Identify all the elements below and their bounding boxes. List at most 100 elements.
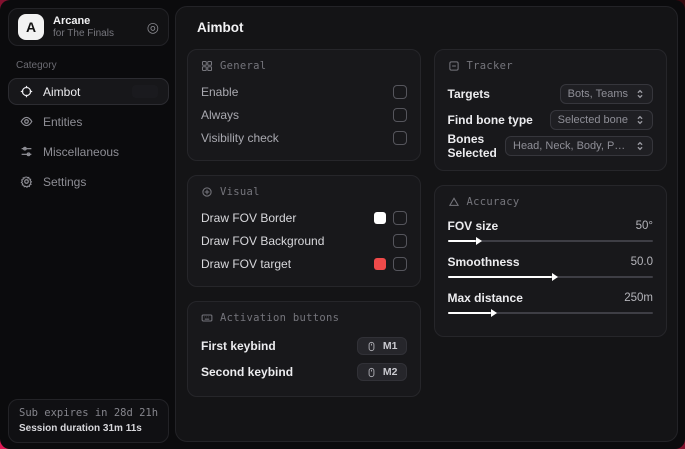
row-label: Smoothness: [447, 254, 520, 269]
tracker-card: Tracker Targets Bots, Teams Find bone ty…: [433, 49, 667, 171]
find-bone-type-dropdown[interactable]: Selected bone: [549, 110, 653, 130]
row-label: Find bone type: [447, 113, 533, 127]
draw-fov-target-checkbox[interactable]: [392, 257, 407, 271]
sidebar: A Arcane for The Finals ◎ Category Aimbo…: [0, 0, 175, 449]
activation-header: Activation buttons: [201, 312, 407, 324]
draw-fov-background-row: Draw FOV Background: [201, 230, 407, 252]
draw-fov-background-checkbox[interactable]: [392, 234, 407, 248]
general-title: General: [220, 60, 267, 72]
draw-fov-border-row: Draw FOV Border: [201, 207, 407, 229]
dropdown-value: Selected bone: [557, 114, 628, 126]
draw-fov-border-checkbox[interactable]: [392, 211, 407, 225]
triangle-icon: [448, 197, 459, 206]
dropdown-value: Head, Neck, Body, Pe...: [513, 140, 628, 152]
sidebar-item-label: Miscellaneous: [43, 144, 120, 159]
aimbot-keybind-hint: [132, 85, 158, 98]
sidebar-item-label: Entities: [43, 114, 83, 129]
activation-card: Activation buttons First keybind M1 Seco…: [187, 301, 421, 397]
row-label: Visibility check: [201, 131, 279, 145]
sliders-icon: [19, 145, 33, 159]
row-label: Enable: [201, 85, 239, 99]
circle-plus-icon: [202, 187, 212, 197]
row-label: FOV size: [447, 218, 499, 233]
second-keybind-row: Second keybind M2: [201, 359, 407, 385]
tracker-title: Tracker: [466, 60, 513, 72]
chevron-up-down-icon: [637, 89, 643, 99]
bones-selected-dropdown[interactable]: Head, Neck, Body, Pe...: [505, 136, 653, 156]
app-logo: A: [18, 14, 44, 40]
row-label: Max distance: [447, 290, 523, 305]
row-label: First keybind: [201, 339, 276, 353]
targets-dropdown[interactable]: Bots, Teams: [559, 84, 653, 104]
chevron-up-down-icon: [637, 141, 643, 151]
grid-icon: [201, 60, 213, 72]
accuracy-card: Accuracy FOV size 50° Smoothness 50.0 Ma…: [433, 185, 667, 337]
fov-size-value: 50°: [635, 219, 653, 232]
visual-card: Visual Draw FOV Border Draw FOV Backgrou…: [187, 175, 421, 287]
row-label: Second keybind: [201, 365, 294, 379]
keyboard-icon: [201, 314, 213, 322]
max-distance-row: Max distance 250m: [448, 289, 654, 306]
color-swatch[interactable]: [373, 212, 386, 224]
box-minus-icon: [448, 61, 459, 71]
first-keybind-button[interactable]: M1: [356, 337, 407, 355]
sidebar-item-aimbot[interactable]: Aimbot: [8, 78, 169, 105]
row-label: Targets: [447, 87, 490, 101]
fov-size-slider[interactable]: [447, 236, 653, 246]
row-label: Draw FOV Border: [201, 211, 297, 225]
chevron-up-down-icon: [637, 115, 643, 125]
session-duration-text: Session duration 31m 11s: [19, 423, 142, 434]
sidebar-item-settings[interactable]: Settings: [8, 168, 169, 195]
brand-card: A Arcane for The Finals ◎: [8, 8, 169, 46]
always-row: Always: [201, 104, 407, 126]
max-distance-slider[interactable]: [447, 308, 653, 318]
general-header: General: [201, 60, 407, 72]
activation-title: Activation buttons: [220, 312, 340, 324]
target-icon[interactable]: ◎: [147, 20, 159, 34]
row-label: Bones Selected: [447, 132, 497, 160]
left-column: General Enable Always Visibility check V…: [187, 49, 421, 397]
row-label: Draw FOV target: [201, 257, 292, 271]
row-label: Always: [201, 108, 240, 122]
enable-row: Enable: [201, 81, 407, 103]
fov-size-row: FOV size 50°: [448, 217, 654, 234]
subscription-card: Sub expires in 28d 21h Session duration …: [8, 399, 169, 443]
color-swatch[interactable]: [373, 258, 386, 270]
sub-expiry-text: Sub expires in 28d 21h: [19, 407, 159, 419]
general-card: General Enable Always Visibility check: [187, 49, 421, 161]
right-column: Tracker Targets Bots, Teams Find bone ty…: [433, 49, 667, 337]
smoothness-slider[interactable]: [447, 272, 653, 282]
dropdown-value: Bots, Teams: [567, 88, 628, 100]
sidebar-item-miscellaneous[interactable]: Miscellaneous: [8, 138, 169, 165]
targets-row: Targets Bots, Teams: [447, 81, 653, 107]
sidebar-item-entities[interactable]: Entities: [8, 108, 169, 135]
main-panel: Aimbot General Enable Always Visibility …: [175, 6, 678, 442]
eye-icon: [19, 115, 33, 129]
visual-header: Visual: [201, 186, 407, 198]
smoothness-row: Smoothness 50.0: [448, 253, 654, 270]
max-distance-value: 250m: [624, 291, 653, 304]
second-keybind-button[interactable]: M2: [356, 363, 407, 381]
visibility-check-checkbox[interactable]: [392, 131, 407, 145]
gear-icon: [19, 175, 33, 189]
accuracy-header: Accuracy: [448, 196, 654, 208]
app-subtitle: for The Finals: [53, 27, 114, 39]
visual-title: Visual: [220, 186, 260, 198]
app-window: A Arcane for The Finals ◎ Category Aimbo…: [0, 0, 685, 449]
enable-checkbox[interactable]: [392, 85, 407, 99]
find-bone-type-row: Find bone type Selected bone: [447, 107, 653, 133]
mouse-icon: [368, 367, 375, 377]
app-name: Arcane: [53, 14, 91, 27]
page-title: Aimbot: [197, 20, 244, 35]
always-checkbox[interactable]: [392, 108, 407, 122]
visibility-check-row: Visibility check: [201, 127, 407, 149]
tracker-header: Tracker: [448, 60, 654, 72]
bones-selected-row: Bones Selected Head, Neck, Body, Pe...: [447, 132, 653, 160]
keybind-value: M2: [382, 366, 398, 378]
smoothness-value: 50.0: [630, 255, 653, 268]
first-keybind-row: First keybind M1: [201, 333, 407, 359]
mouse-icon: [368, 341, 375, 351]
sidebar-nav: Aimbot Entities Miscellaneous Settings: [8, 78, 169, 195]
crosshair-icon: [19, 85, 33, 99]
sidebar-item-label: Aimbot: [43, 84, 81, 99]
